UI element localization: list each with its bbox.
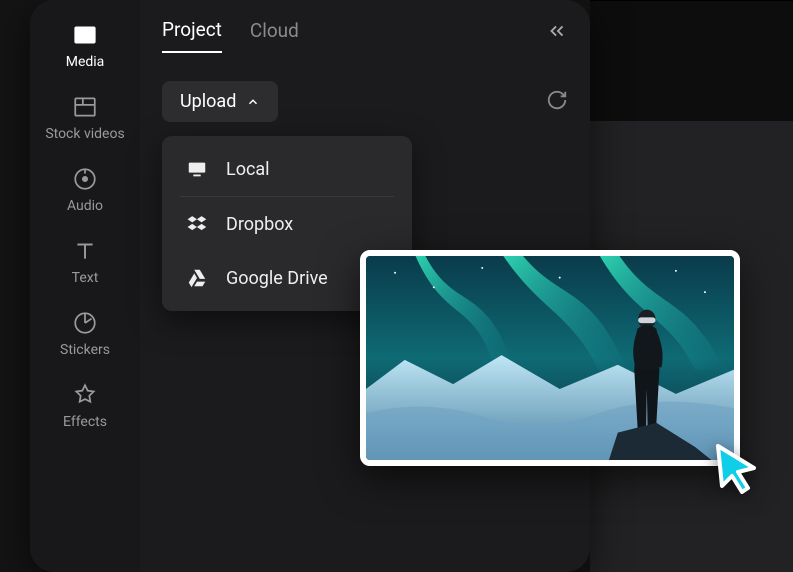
google-drive-icon: [186, 267, 208, 289]
sidebar-item-label: Text: [72, 270, 99, 286]
audio-icon: [72, 166, 98, 192]
upload-button[interactable]: Upload: [162, 81, 278, 122]
stickers-icon: [72, 310, 98, 336]
upload-row: Upload: [162, 81, 568, 122]
upload-menu-item-local[interactable]: Local: [162, 142, 412, 196]
sidebar-item-text[interactable]: Text: [30, 238, 140, 286]
cursor-pointer-icon: [710, 440, 766, 496]
media-thumbnail[interactable]: [360, 250, 740, 466]
chevron-up-icon: [246, 95, 260, 109]
dropbox-icon: [186, 213, 208, 235]
tabs: Project Cloud: [162, 18, 568, 53]
upload-menu-item-label: Local: [226, 159, 270, 180]
refresh-button[interactable]: [546, 89, 568, 115]
sidebar-item-label: Audio: [67, 198, 103, 214]
sidebar-item-stickers[interactable]: Stickers: [30, 310, 140, 358]
effects-icon: [72, 382, 98, 408]
chevrons-left-icon: [546, 20, 568, 42]
sidebar-item-label: Effects: [63, 414, 107, 430]
upload-menu-item-dropbox[interactable]: Dropbox: [162, 197, 412, 251]
refresh-icon: [546, 89, 568, 111]
upload-menu-item-label: Dropbox: [226, 214, 293, 235]
stock-videos-icon: [72, 94, 98, 120]
sidebar-item-effects[interactable]: Effects: [30, 382, 140, 430]
sidebar-item-stock-videos[interactable]: Stock videos: [30, 94, 140, 142]
collapse-panel-button[interactable]: [546, 20, 568, 46]
thumbnail-image: [366, 256, 734, 460]
sidebar-item-label: Media: [66, 54, 105, 70]
tab-cloud[interactable]: Cloud: [250, 19, 299, 52]
sidebar: Media Stock videos Audio Text: [30, 0, 140, 572]
upload-button-label: Upload: [180, 91, 236, 112]
local-icon: [186, 158, 208, 180]
text-icon: [72, 238, 98, 264]
sidebar-item-media[interactable]: Media: [30, 22, 140, 70]
sidebar-item-label: Stock videos: [45, 126, 124, 142]
sidebar-item-audio[interactable]: Audio: [30, 166, 140, 214]
upload-menu-item-label: Google Drive: [226, 268, 328, 289]
media-icon: [72, 22, 98, 48]
tab-project[interactable]: Project: [162, 18, 222, 53]
sidebar-item-label: Stickers: [60, 342, 110, 358]
